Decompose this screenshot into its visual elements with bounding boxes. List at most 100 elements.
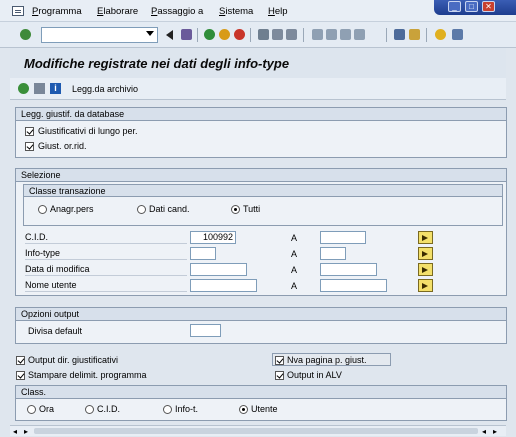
user-name-multiple-selection-button[interactable] [418, 279, 433, 292]
output-justif-label: Output dir. giustificativi [28, 355, 119, 365]
execute-icon[interactable] [18, 83, 29, 94]
variant-icon[interactable] [34, 83, 45, 94]
minimize-icon[interactable]: _ [448, 1, 461, 12]
menu-elaborare[interactable]: Elaborare [97, 6, 138, 17]
enter-icon[interactable] [20, 29, 31, 40]
frame-transaction-class: Classe transazione Anagr.pers Dati cand.… [23, 184, 503, 226]
change-date-multiple-selection-button[interactable] [418, 263, 433, 276]
user-name-from-input[interactable] [190, 279, 257, 292]
infotype-multiple-selection-button[interactable] [418, 247, 433, 260]
infotype-from-input[interactable] [190, 247, 216, 260]
radio-label: Utente [251, 404, 278, 414]
frame-read-from-database: Legg. giustif. da database Giustificativ… [15, 107, 507, 158]
info-icon[interactable]: i [50, 83, 61, 94]
cid-to-input[interactable] [320, 231, 366, 244]
toolbar-separator [250, 28, 251, 42]
new-page-label: Nva pagina p. giust. [287, 355, 367, 365]
radio-cid[interactable] [85, 405, 94, 414]
frame-title: Opzioni output [16, 308, 506, 321]
to-label: A [291, 281, 298, 291]
toolbar-separator [386, 28, 387, 42]
read-archive-button[interactable]: Legg.da archivio [72, 84, 138, 94]
frame-output-options: Opzioni output Divisa default [15, 307, 507, 344]
print-icon[interactable] [258, 29, 269, 40]
output-alv-checkbox[interactable] [275, 371, 284, 380]
reduced-label: Giust. or.rid. [38, 141, 87, 151]
field-label: Nome utente [25, 279, 187, 292]
frame-title: Selezione [16, 169, 506, 182]
radio-label: Tutti [243, 204, 261, 214]
new-page-checkbox[interactable] [275, 356, 284, 365]
frame-selection: Selezione Classe transazione Anagr.pers … [15, 168, 507, 296]
find-next-icon[interactable] [286, 29, 297, 40]
field-label: Info-type [25, 247, 187, 260]
radio-tutti[interactable] [231, 205, 240, 214]
close-icon[interactable]: ✕ [482, 1, 495, 12]
output-justif-checkbox[interactable] [16, 356, 25, 365]
radio-dati-cand[interactable] [137, 205, 146, 214]
frame-title: Classe transazione [24, 185, 502, 197]
previous-page-icon[interactable] [326, 29, 337, 40]
radio-label: C.I.D. [97, 404, 121, 414]
radio-anagr-pers[interactable] [38, 205, 47, 214]
menu-passaggio-a[interactable]: Passaggio a [151, 6, 203, 17]
scroll-left-icon[interactable]: ◂ [13, 427, 17, 436]
find-icon[interactable] [272, 29, 283, 40]
reduced-checkbox[interactable] [25, 142, 34, 151]
back-icon[interactable] [204, 29, 215, 40]
help-icon[interactable] [435, 29, 446, 40]
scroll-right-icon[interactable]: ▸ [24, 427, 28, 436]
chevron-down-icon[interactable] [146, 31, 154, 36]
application-toolbar: i Legg.da archivio [10, 78, 506, 100]
radio-utente[interactable] [239, 405, 248, 414]
radio-ora[interactable] [27, 405, 36, 414]
to-label: A [291, 233, 298, 243]
long-term-label: Giustificativi di lungo per. [38, 126, 138, 136]
toolbar-separator [197, 28, 198, 42]
save-icon[interactable] [181, 29, 192, 40]
cancel-icon[interactable] [234, 29, 245, 40]
next-page-icon[interactable] [340, 29, 351, 40]
infotype-to-input[interactable] [320, 247, 346, 260]
radio-info-t[interactable] [163, 405, 172, 414]
field-label: Data di modifica [25, 263, 187, 276]
last-page-icon[interactable] [354, 29, 365, 40]
exit-icon[interactable] [219, 29, 230, 40]
radio-label: Dati cand. [149, 204, 190, 214]
scroll-right-end-icon[interactable]: ▸ [493, 427, 497, 436]
to-label: A [291, 249, 298, 259]
toolbar-separator [303, 28, 304, 42]
page-title: Modifiche registrate nei dati degli info… [24, 56, 290, 71]
frame-classification: Class. Ora C.I.D. Info-t. Utente [15, 385, 507, 421]
scroll-thumb[interactable] [34, 428, 478, 434]
change-date-to-input[interactable] [320, 263, 377, 276]
first-page-icon[interactable] [312, 29, 323, 40]
user-name-to-input[interactable] [320, 279, 387, 292]
horizontal-scrollbar[interactable]: ◂ ▸ ◂ ▸ [10, 425, 506, 436]
frame-title: Legg. giustif. da database [16, 108, 506, 121]
radio-label: Info-t. [175, 404, 199, 414]
standard-toolbar [0, 22, 516, 48]
window-controls: _ □ ✕ [434, 0, 516, 15]
system-menu-icon[interactable] [12, 6, 24, 16]
shortcut-icon[interactable] [409, 29, 420, 40]
layout-menu-icon[interactable] [452, 29, 463, 40]
command-field[interactable] [41, 27, 158, 43]
new-session-icon[interactable] [394, 29, 405, 40]
currency-input[interactable] [190, 324, 221, 337]
long-term-checkbox[interactable] [25, 127, 34, 136]
change-date-from-input[interactable] [190, 263, 247, 276]
cid-from-input[interactable]: 100992 [190, 231, 236, 244]
back-history-icon[interactable] [166, 30, 173, 40]
print-limits-checkbox[interactable] [16, 371, 25, 380]
title-bar: Modifiche registrate nei dati degli info… [10, 48, 506, 78]
menu-help[interactable]: Help [268, 6, 288, 17]
maximize-icon[interactable]: □ [465, 1, 478, 12]
print-limits-label: Stampare delimit. programma [28, 370, 147, 380]
scroll-left-end-icon[interactable]: ◂ [482, 427, 486, 436]
menu-programma[interactable]: Programma [32, 6, 82, 17]
field-label: C.I.D. [25, 231, 187, 244]
radio-label: Ora [39, 404, 55, 414]
cid-multiple-selection-button[interactable] [418, 231, 433, 244]
menu-sistema[interactable]: Sistema [219, 6, 253, 17]
